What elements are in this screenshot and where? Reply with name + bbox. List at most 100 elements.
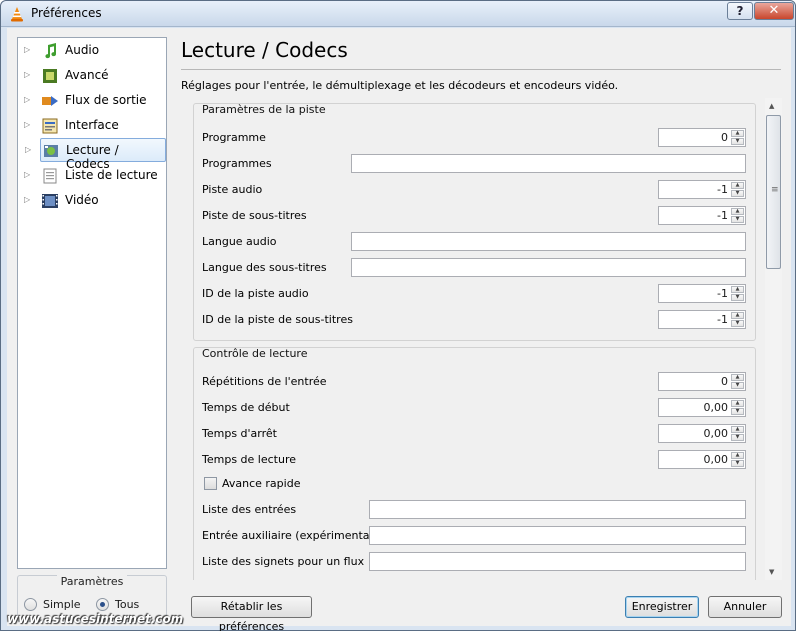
spin-down-icon[interactable]: ▼ xyxy=(731,138,744,145)
title-divider xyxy=(181,69,781,70)
save-button[interactable]: Enregistrer xyxy=(625,596,699,618)
expand-arrow-icon[interactable]: ▷ xyxy=(24,120,32,130)
expand-arrow-icon[interactable]: ▷ xyxy=(24,170,32,180)
start-time-spinbox[interactable]: 0,00 ▲ ▼ xyxy=(658,398,746,417)
sidebar-item-label: Avancé xyxy=(65,68,109,82)
spin-down-icon[interactable]: ▼ xyxy=(731,320,744,327)
subtitle-language-input[interactable] xyxy=(351,258,746,277)
input-repetitions-spinbox[interactable]: 0 ▲ ▼ xyxy=(658,372,746,391)
programs-input[interactable] xyxy=(351,154,746,173)
input-repetitions-value: 0 xyxy=(721,375,728,388)
scroll-down-icon[interactable]: ▼ xyxy=(769,568,774,576)
audio-track-label: Piste audio xyxy=(202,183,263,196)
cancel-button[interactable]: Annuler xyxy=(708,596,782,618)
scroll-up-icon[interactable]: ▲ xyxy=(769,102,774,110)
playlist-icon xyxy=(43,168,57,184)
sidebar-item-label: Liste de lecture xyxy=(65,168,158,182)
preferences-window: Préférences ? ✕ ▷ Audio ▷ Avancé ▷ Flux … xyxy=(0,0,796,631)
run-time-value: 0,00 xyxy=(703,453,729,466)
audio-track-id-spinbox[interactable]: -1 ▲ ▼ xyxy=(658,284,746,303)
simple-radio[interactable] xyxy=(24,598,37,611)
vertical-scrollbar[interactable]: ▲ ≡ ▼ xyxy=(765,98,782,580)
sidebar-item-video[interactable]: ▷ Vidéo xyxy=(18,189,166,213)
settings-scroll-area[interactable]: Paramètres de la piste Programme 0 ▲ ▼ Pr… xyxy=(191,98,781,580)
spin-up-icon[interactable]: ▲ xyxy=(731,452,744,459)
spin-up-icon[interactable]: ▲ xyxy=(731,374,744,381)
program-value: 0 xyxy=(721,131,728,144)
title-bar[interactable]: Préférences ? ✕ xyxy=(1,1,795,27)
start-time-label: Temps de début xyxy=(202,401,290,414)
spin-up-icon[interactable]: ▲ xyxy=(731,182,744,189)
interface-icon xyxy=(42,118,58,134)
expand-arrow-icon[interactable]: ▷ xyxy=(24,95,32,105)
bookmarks-input[interactable] xyxy=(369,552,746,571)
spin-up-icon[interactable]: ▲ xyxy=(731,286,744,293)
audio-track-spinbox[interactable]: -1 ▲ ▼ xyxy=(658,180,746,199)
all-radio[interactable] xyxy=(96,598,109,611)
page-title: Lecture / Codecs xyxy=(181,38,348,62)
subtitle-track-id-value: -1 xyxy=(717,313,728,326)
settings-mode-title: Paramètres xyxy=(56,575,128,588)
codecs-icon xyxy=(44,145,58,157)
reset-preferences-button[interactable]: Rétablir les préférences xyxy=(191,596,312,631)
aux-input-input[interactable] xyxy=(369,526,746,545)
subtitle-track-spinbox[interactable]: -1 ▲ ▼ xyxy=(658,206,746,225)
expand-arrow-icon[interactable]: ▷ xyxy=(24,195,32,205)
category-tree[interactable]: ▷ Audio ▷ Avancé ▷ Flux de sortie ▷ Inte… xyxy=(17,37,167,569)
spin-up-icon[interactable]: ▲ xyxy=(731,400,744,407)
run-time-label: Temps de lecture xyxy=(202,453,296,466)
sidebar-item-label: Flux de sortie xyxy=(65,93,147,107)
all-radio-label[interactable]: Tous xyxy=(115,598,139,611)
spin-down-icon[interactable]: ▼ xyxy=(731,408,744,415)
spin-down-icon[interactable]: ▼ xyxy=(731,382,744,389)
playback-control-title: Contrôle de lecture xyxy=(202,347,308,360)
expand-arrow-icon[interactable]: ▷ xyxy=(24,70,32,80)
spin-down-icon[interactable]: ▼ xyxy=(731,294,744,301)
close-button[interactable]: ✕ xyxy=(754,2,794,20)
run-time-spinbox[interactable]: 0,00 ▲ ▼ xyxy=(658,450,746,469)
subtitle-track-id-spinbox[interactable]: -1 ▲ ▼ xyxy=(658,310,746,329)
spin-up-icon[interactable]: ▲ xyxy=(731,312,744,319)
input-list-input[interactable] xyxy=(369,500,746,519)
audio-language-input[interactable] xyxy=(351,232,746,251)
audio-track-value: -1 xyxy=(717,183,728,196)
stop-time-spinbox[interactable]: 0,00 ▲ ▼ xyxy=(658,424,746,443)
dialog-content: ▷ Audio ▷ Avancé ▷ Flux de sortie ▷ Inte… xyxy=(7,28,791,631)
spin-up-icon[interactable]: ▲ xyxy=(731,130,744,137)
audio-track-id-label: ID de la piste audio xyxy=(202,287,309,300)
sidebar-item-lecture-codecs[interactable]: ▷ Lecture / Codecs xyxy=(25,138,166,171)
aux-input-label: Entrée auxiliaire (expérimental) xyxy=(202,529,377,542)
simple-radio-label[interactable]: Simple xyxy=(43,598,81,611)
help-button[interactable]: ? xyxy=(727,2,753,20)
sidebar-item-audio[interactable]: ▷ Audio xyxy=(18,39,166,63)
spin-down-icon[interactable]: ▼ xyxy=(731,190,744,197)
subtitle-language-label: Langue des sous-titres xyxy=(202,261,327,274)
playback-control-group: Contrôle de lecture Répétitions de l'ent… xyxy=(193,347,756,580)
fast-forward-label[interactable]: Avance rapide xyxy=(222,477,300,490)
program-label: Programme xyxy=(202,131,266,144)
spin-down-icon[interactable]: ▼ xyxy=(731,460,744,467)
program-spinbox[interactable]: 0 ▲ ▼ xyxy=(658,128,746,147)
music-note-icon xyxy=(45,43,57,59)
spin-down-icon[interactable]: ▼ xyxy=(731,434,744,441)
bookmarks-label: Liste des signets pour un flux xyxy=(202,555,365,568)
sidebar-item-interface[interactable]: ▷ Interface xyxy=(18,114,166,138)
sidebar-item-liste-de-lecture[interactable]: ▷ Liste de lecture xyxy=(18,164,166,188)
spin-down-icon[interactable]: ▼ xyxy=(731,216,744,223)
scrollbar-thumb[interactable]: ≡ xyxy=(766,115,781,269)
chip-icon xyxy=(43,69,57,83)
page-description: Réglages pour l'entrée, le démultiplexag… xyxy=(181,79,619,92)
fast-forward-checkbox[interactable] xyxy=(204,477,217,490)
grip-icon: ≡ xyxy=(771,185,779,195)
spin-up-icon[interactable]: ▲ xyxy=(731,426,744,433)
stop-time-label: Temps d'arrêt xyxy=(202,427,277,440)
expand-arrow-icon[interactable]: ▷ xyxy=(25,145,33,155)
input-list-label: Liste des entrées xyxy=(202,503,297,516)
spin-up-icon[interactable]: ▲ xyxy=(731,208,744,215)
track-settings-group: Paramètres de la piste Programme 0 ▲ ▼ Pr… xyxy=(193,103,756,341)
subtitle-track-label: Piste de sous-titres xyxy=(202,209,307,222)
sidebar-item-avance[interactable]: ▷ Avancé xyxy=(18,64,166,88)
expand-arrow-icon[interactable]: ▷ xyxy=(24,45,32,55)
sidebar-item-flux-de-sortie[interactable]: ▷ Flux de sortie xyxy=(18,89,166,113)
sidebar-item-label: Interface xyxy=(65,118,119,132)
